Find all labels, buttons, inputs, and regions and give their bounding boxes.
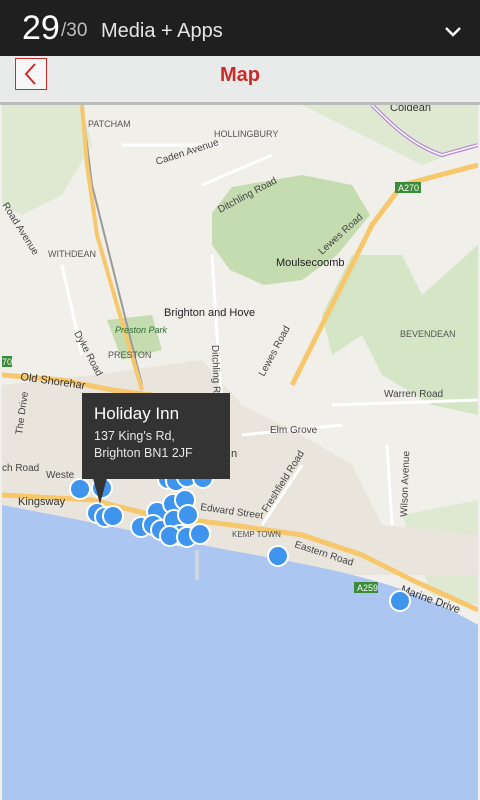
- road-number: A259: [357, 583, 378, 593]
- hotel-marker[interactable]: [267, 545, 289, 567]
- map-canvas: HOLLINGBURY Coldean PATCHAM Caden Avenue…: [2, 105, 478, 800]
- road-number: 70: [2, 357, 12, 367]
- hotel-marker[interactable]: [69, 478, 91, 500]
- map-label: WITHDEAN: [48, 249, 96, 259]
- map-label: Wilson Avenue: [399, 450, 412, 517]
- map-label: Brighton and Hove: [164, 307, 255, 319]
- hotel-marker[interactable]: [102, 505, 124, 527]
- map-label: PATCHAM: [88, 119, 131, 129]
- map-label: n: [231, 448, 237, 460]
- popup-pointer: [93, 478, 107, 504]
- hotel-marker[interactable]: [177, 504, 199, 526]
- hotel-marker[interactable]: [189, 523, 211, 545]
- map-label: Elm Grove: [270, 425, 318, 436]
- hotel-info-popup[interactable]: Holiday Inn 137 King's Rd, Brighton BN1 …: [82, 393, 230, 479]
- map-label: HOLLINGBURY: [214, 129, 278, 139]
- map-label: ch Road: [2, 463, 39, 474]
- map-label: Moulsecoomb: [276, 257, 344, 269]
- chevron-down-icon[interactable]: [444, 22, 462, 40]
- item-total: /30: [61, 20, 88, 41]
- map-view[interactable]: HOLLINGBURY Coldean PATCHAM Caden Avenue…: [2, 105, 478, 800]
- hotel-marker[interactable]: [389, 590, 411, 612]
- top-bar: 29 /30 Media + Apps: [0, 0, 480, 56]
- popup-title: Holiday Inn: [94, 404, 180, 423]
- map-label: Coldean: [390, 105, 431, 114]
- popup-address-line1: 137 King's Rd,: [94, 429, 175, 443]
- section-name: Media + Apps: [101, 20, 223, 42]
- map-label: BEVENDEAN: [400, 329, 456, 339]
- map-label: KEMP TOWN: [232, 530, 281, 539]
- item-index: 29: [22, 9, 60, 47]
- map-label: Kingsway: [18, 496, 66, 508]
- map-label: Warren Road: [384, 389, 443, 400]
- map-label: Preston Park: [115, 325, 168, 335]
- road-number: A270: [398, 183, 419, 193]
- page-title: Map: [220, 64, 260, 86]
- popup-address-line2: Brighton BN1 2JF: [94, 446, 193, 460]
- map-label: Weste: [46, 470, 75, 481]
- map-label: PRESTON: [108, 350, 151, 360]
